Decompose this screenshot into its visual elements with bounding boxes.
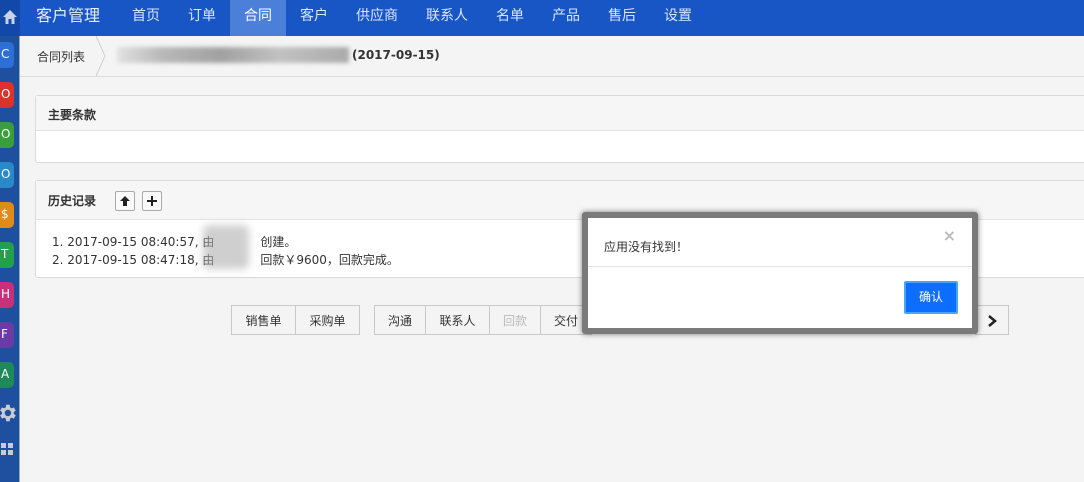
dialog-message: 应用没有找到！ — [604, 240, 689, 254]
close-icon[interactable]: × — [943, 226, 956, 245]
dialog-divider — [588, 266, 972, 267]
alert-dialog: 应用没有找到！ × 确认 — [582, 212, 978, 334]
confirm-button[interactable]: 确认 — [904, 281, 958, 314]
